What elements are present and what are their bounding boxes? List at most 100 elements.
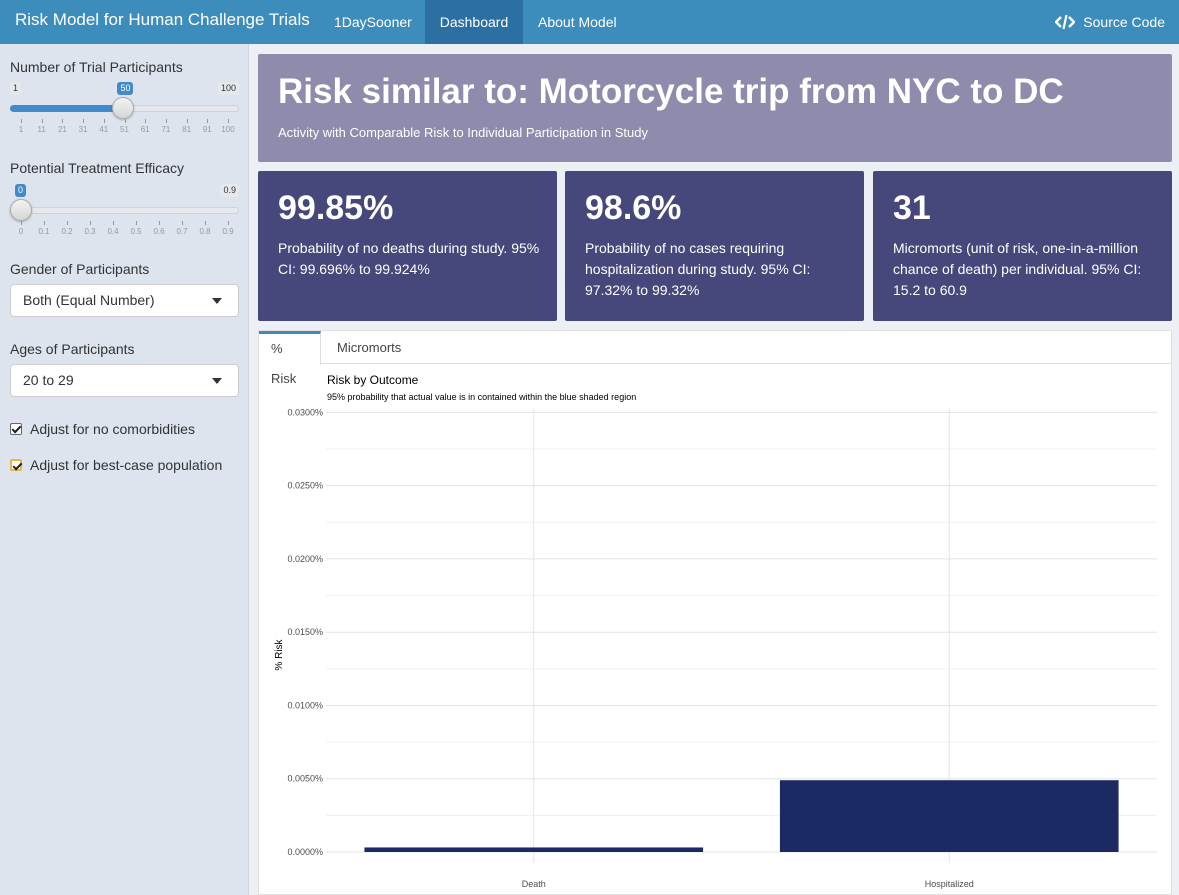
slider-grid: 0 0.1 0.2 0.3 0.4 0.5 0.6 0.7 0.8 0.9 [18, 221, 234, 241]
efficacy-label: Potential Treatment Efficacy [10, 160, 185, 176]
source-code-link[interactable]: Source Code [1055, 0, 1165, 44]
value-box-deaths: 99.85% Probability of no deaths during s… [258, 171, 557, 321]
ages-select[interactable]: 20 to 29 [10, 364, 239, 397]
slider-tick [207, 119, 209, 123]
risk-banner: Risk similar to: Motorcycle trip from NY… [258, 54, 1172, 162]
slider-tick [186, 119, 188, 123]
nav-about-model[interactable]: About Model [523, 0, 632, 44]
slider-tick [41, 119, 43, 123]
slider-tick-label: 81 [182, 125, 192, 134]
comorbidities-checkbox-label[interactable]: Adjust for no comorbidities [30, 421, 195, 437]
slider-min-label: 1 [10, 82, 22, 95]
y-tick-label: 0.0050% [287, 774, 323, 784]
slider-tick [228, 119, 229, 123]
slider-tick [205, 221, 206, 225]
tab-percent-risk[interactable]: % Risk [259, 331, 321, 386]
banner-title: Risk similar to: Motorcycle trip from NY… [278, 72, 1064, 111]
y-tick-label: 0.0100% [287, 700, 323, 710]
y-tick-label: 0.0200% [287, 554, 323, 564]
slider-track[interactable] [10, 207, 239, 214]
slider-tick-label: 0.9 [222, 227, 234, 236]
value-box-text: Probability of no cases requiring hospit… [585, 240, 811, 298]
best-case-checkbox-label[interactable]: Adjust for best-case population [30, 457, 222, 473]
tab-micromorts[interactable]: Micromorts [325, 331, 413, 364]
y-tick-label: 0.0300% [287, 407, 323, 417]
tab-bar: % Risk Micromorts [259, 331, 1171, 386]
code-icon [1055, 14, 1076, 30]
best-case-checkbox[interactable] [10, 459, 22, 471]
slider-tick-label: 0.4 [107, 227, 119, 236]
gender-label: Gender of Participants [10, 261, 150, 277]
chart-subtitle: 95% probability that actual value is in … [327, 392, 636, 402]
slider-fill [10, 105, 124, 112]
slider-tick-label: 0.7 [176, 227, 188, 236]
slider-tick-label: 0 [18, 227, 24, 236]
slider-tick-label: 11 [37, 125, 46, 134]
slider-tick-label: 31 [78, 125, 88, 134]
slider-tick-label: 0.2 [61, 227, 73, 236]
slider-tick-label: 71 [161, 125, 171, 134]
chevron-down-icon [212, 378, 222, 384]
comorbidities-checkbox[interactable] [10, 423, 22, 435]
sidebar: Number of Trial Participants 1 100 50 11… [0, 44, 249, 895]
gender-select[interactable]: Both (Equal Number) [10, 284, 239, 317]
slider-tick [44, 221, 45, 225]
bar-death [364, 847, 704, 852]
slider-max-label: 100 [217, 82, 239, 95]
slider-tick-label: 61 [140, 125, 150, 134]
bar-hospitalized [779, 780, 1119, 852]
slider-handle[interactable] [10, 199, 32, 221]
slider-tick-label: 0.1 [38, 227, 50, 236]
slider-tick-label: 41 [99, 125, 109, 134]
x-tick-label: Death [522, 879, 546, 889]
slider-grid: 1 11 21 31 41 51 61 71 81 91 100 [18, 119, 235, 139]
nav-dashboard[interactable]: Dashboard [425, 0, 523, 44]
efficacy-slider[interactable]: 0.9 0 0 0.1 0.2 0.3 0.4 0.5 0.6 0.7 0.8 0.9 [10, 184, 239, 244]
value-box-text: Micromorts (unit of risk, one-in-a-milli… [893, 240, 1142, 298]
chart-title: Risk by Outcome [327, 373, 419, 387]
slider-tick [67, 221, 68, 225]
source-code-label: Source Code [1083, 14, 1165, 30]
slider-tick-label: 100 [221, 125, 235, 134]
y-axis-label: % Risk [274, 638, 285, 670]
risk-by-outcome-chart: 0.0000% 0.0050% 0.0100% 0.0150% 0.0200% 0.025… [274, 373, 1157, 889]
nav-1daysooner[interactable]: 1DaySooner [319, 0, 427, 44]
chart-tabbox: % Risk Micromorts 0.0000% 0.0050% 0.0100% 0… [258, 330, 1172, 895]
y-tick-label: 0.0150% [287, 627, 323, 637]
participants-label: Number of Trial Participants [10, 59, 183, 75]
slider-tick-label: 0.6 [153, 227, 165, 236]
value-box-number: 98.6% [585, 189, 682, 227]
slider-tick [83, 119, 85, 123]
ages-label: Ages of Participants [10, 341, 135, 357]
slider-tick [136, 221, 137, 225]
slider-tick [228, 221, 229, 225]
value-box-micromorts: 31 Micromorts (unit of risk, one-in-a-mi… [873, 171, 1172, 321]
slider-tick [113, 221, 114, 225]
participants-slider[interactable]: 1 100 50 1 11 21 31 41 51 61 71 81 91 100 [10, 82, 239, 142]
chevron-down-icon [212, 298, 222, 304]
banner-subtitle: Activity with Comparable Risk to Individ… [278, 125, 648, 140]
slider-tick [21, 221, 22, 225]
slider-max-label: 0.9 [220, 184, 239, 197]
slider-value-label: 0 [15, 184, 27, 197]
ages-select-value: 20 to 29 [23, 372, 74, 388]
slider-tick [165, 119, 167, 123]
top-navbar: Risk Model for Human Challenge Trials 1D… [0, 0, 1179, 44]
slider-tick [124, 119, 126, 123]
slider-tick-label: 0.3 [84, 227, 96, 236]
slider-tick [90, 221, 91, 225]
value-box-text: Probability of no deaths during study. 9… [278, 240, 540, 277]
slider-handle[interactable] [112, 97, 135, 119]
comorbidities-checkbox-row[interactable]: Adjust for no comorbidities [10, 421, 195, 437]
value-box-hospitalization: 98.6% Probability of no cases requiring … [565, 171, 864, 321]
slider-tick-label: 0.8 [199, 227, 211, 236]
best-case-checkbox-row[interactable]: Adjust for best-case population [10, 457, 222, 473]
slider-tick-label: 51 [120, 125, 129, 134]
gender-select-value: Both (Equal Number) [23, 292, 155, 308]
slider-tick-label: 1 [18, 125, 24, 134]
slider-tick-label: 0.5 [130, 227, 142, 236]
slider-tick-label: 21 [57, 125, 67, 134]
slider-tick [62, 119, 64, 123]
app-title[interactable]: Risk Model for Human Challenge Trials [15, 10, 310, 30]
x-tick-label: Hospitalized [925, 879, 974, 889]
